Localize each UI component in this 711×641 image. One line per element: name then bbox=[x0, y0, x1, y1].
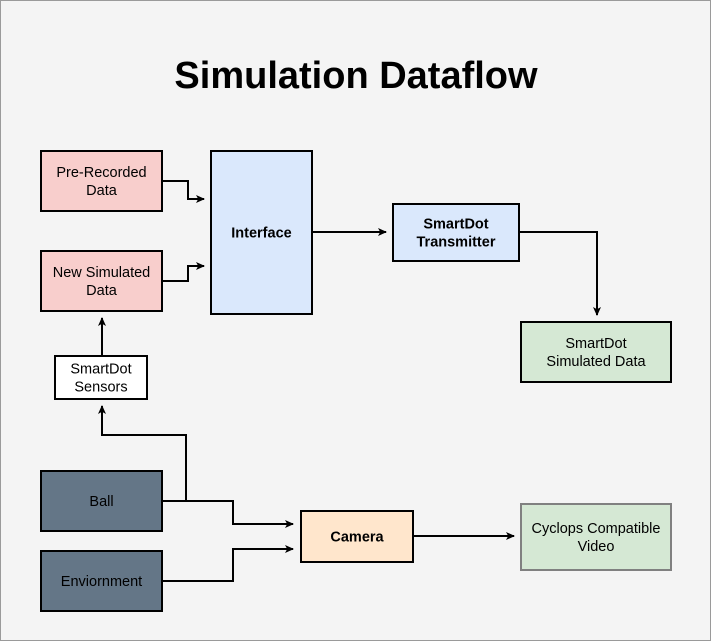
node-pre-recorded-data-label: Data bbox=[86, 183, 118, 199]
node-cyclops-compatible-video-label: Video bbox=[578, 539, 615, 555]
node-cyclops-compatible-video-box[interactable] bbox=[520, 503, 672, 571]
edge-ball-to-camera bbox=[162, 500, 294, 528]
edge-enviornment-to-camera bbox=[162, 545, 294, 582]
node-camera[interactable]: Camera bbox=[300, 510, 414, 563]
node-smartdot-transmitter-box[interactable] bbox=[392, 203, 520, 262]
node-smartdot-transmitter-label: Transmitter bbox=[417, 235, 496, 251]
node-cyclops-compatible-video[interactable]: Cyclops Compatible Video bbox=[520, 503, 672, 571]
node-camera-label: Camera bbox=[330, 530, 384, 546]
node-new-simulated-data-label: Data bbox=[86, 283, 118, 299]
node-new-simulated-data[interactable]: New Simulated Data bbox=[40, 250, 163, 312]
node-smartdot-simulated-data[interactable]: SmartDot Simulated Data bbox=[520, 321, 672, 383]
node-new-simulated-data-box[interactable] bbox=[40, 250, 163, 312]
node-ball[interactable]: Ball bbox=[40, 470, 163, 532]
node-enviornment[interactable]: Enviornment bbox=[40, 550, 163, 612]
diagram-canvas: Simulation Dataflow Pre-Recorded Data New … bbox=[0, 0, 711, 641]
node-new-simulated-data-label: New Simulated bbox=[53, 265, 151, 281]
node-smartdot-simulated-data-box[interactable] bbox=[520, 321, 672, 383]
simulation-dataflow-diagram: Simulation Dataflow Pre-RecordedDataNew … bbox=[40, 55, 672, 612]
node-ball-label: Ball bbox=[89, 494, 113, 510]
edge-new-simulated-data-to-interface bbox=[162, 262, 205, 282]
edge-pre-recorded-data-to-interface bbox=[162, 180, 205, 203]
node-smartdot-simulated-data-label: Simulated Data bbox=[546, 354, 646, 370]
node-smartdot-sensors-label: SmartDot bbox=[70, 362, 131, 378]
node-cyclops-compatible-video-label: Cyclops Compatible bbox=[532, 521, 661, 537]
nodes-layer: Pre-Recorded Data New Simulated Data Interfa… bbox=[40, 150, 672, 612]
node-interface-label: Interface bbox=[231, 226, 291, 242]
node-smartdot-sensors[interactable]: SmartDot Sensors bbox=[54, 355, 148, 400]
node-pre-recorded-data-label: Pre-Recorded bbox=[56, 165, 146, 181]
node-smartdot-transmitter[interactable]: SmartDot Transmitter bbox=[392, 203, 520, 262]
edge-smartdot-transmitter-to-smartdot-simulated-data bbox=[519, 231, 601, 316]
node-interface[interactable]: Interface bbox=[210, 150, 313, 315]
node-pre-recorded-data-box[interactable] bbox=[40, 150, 163, 212]
node-pre-recorded-data[interactable]: Pre-Recorded Data bbox=[40, 150, 163, 212]
node-smartdot-simulated-data-label: SmartDot bbox=[565, 336, 626, 352]
page-title: Simulation Dataflow bbox=[174, 55, 538, 97]
node-enviornment-label: Enviornment bbox=[61, 574, 142, 590]
node-smartdot-transmitter-label: SmartDot bbox=[423, 217, 488, 233]
node-smartdot-sensors-label: Sensors bbox=[74, 380, 127, 396]
